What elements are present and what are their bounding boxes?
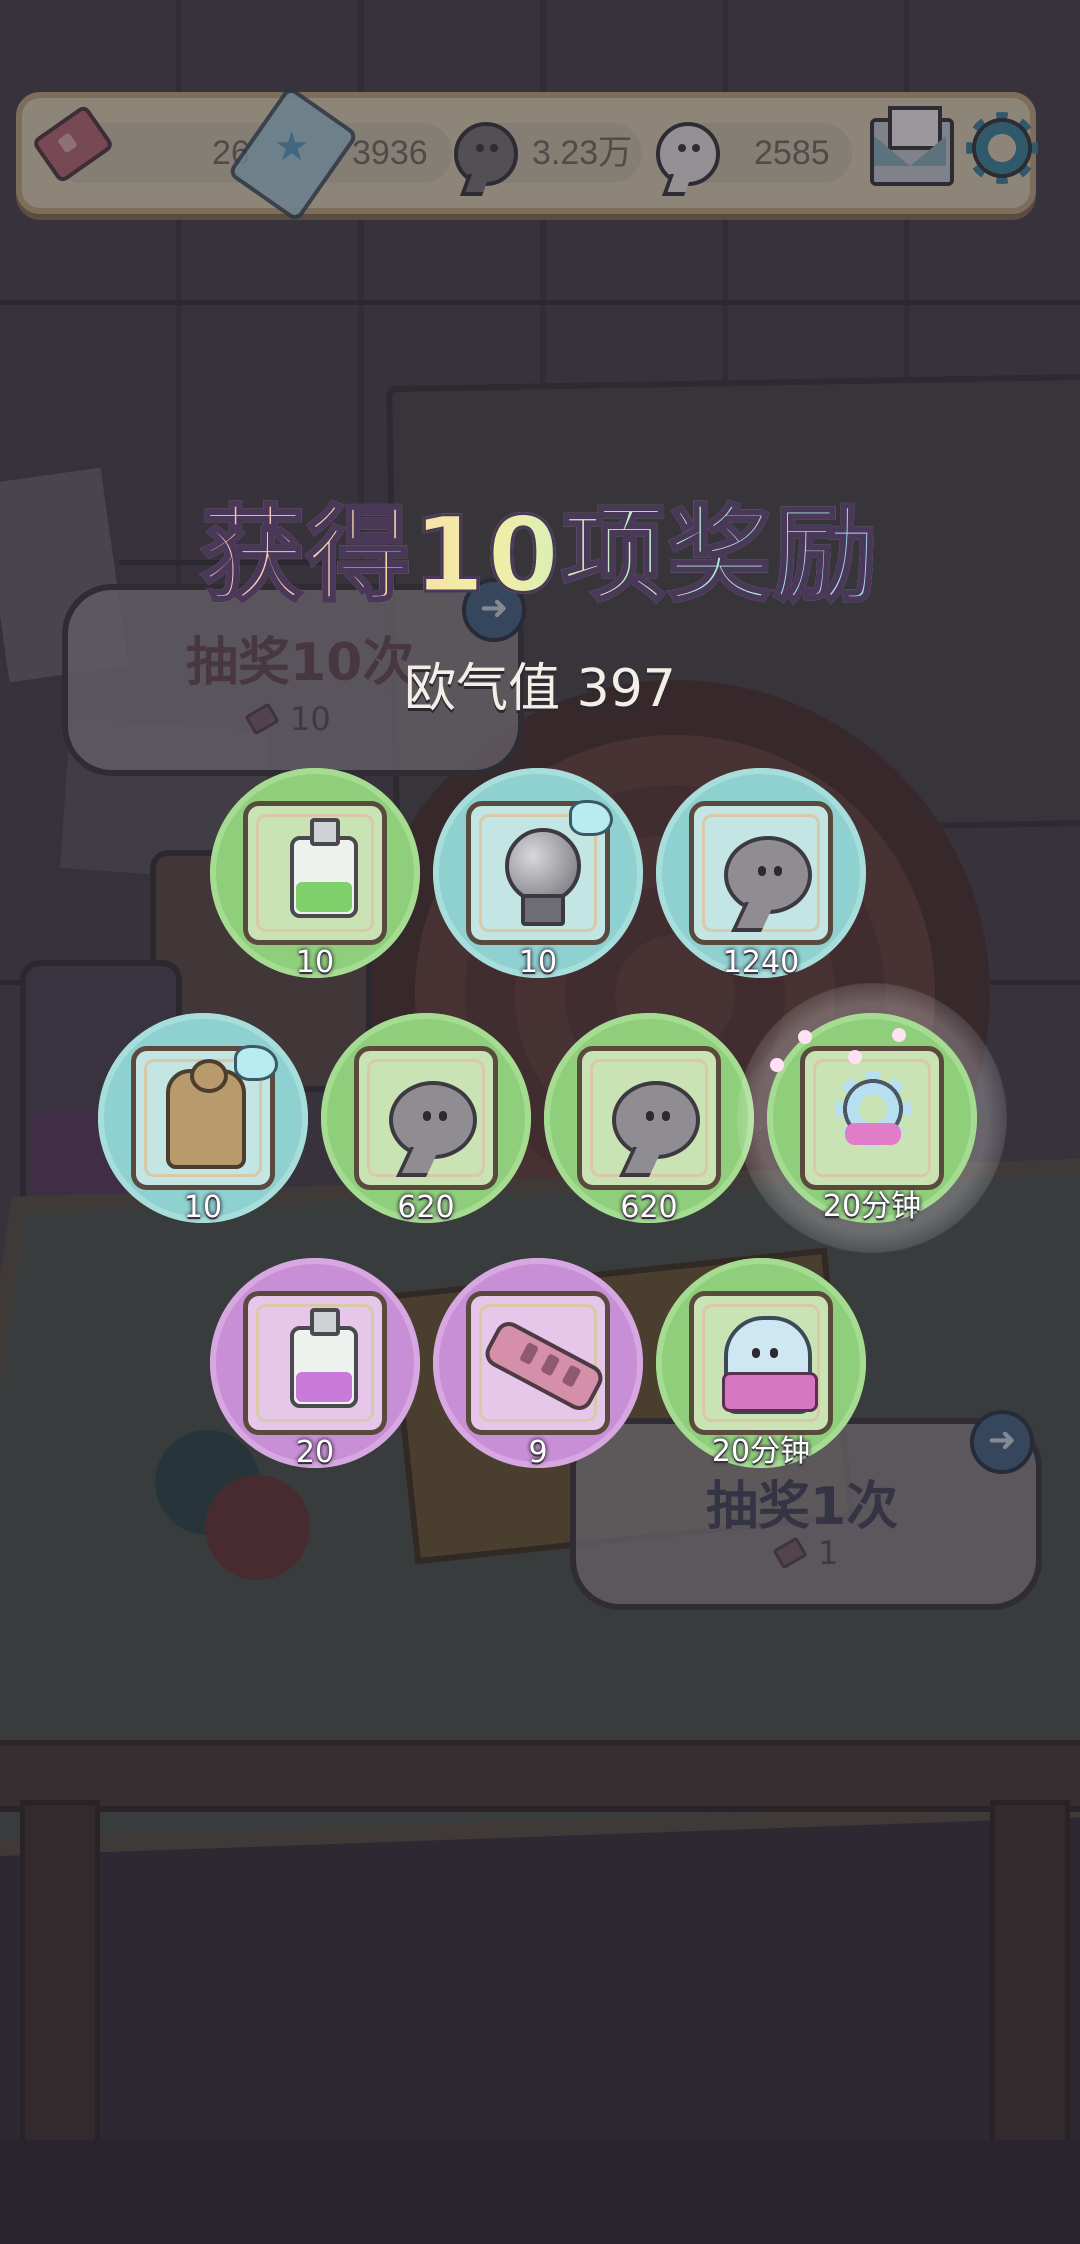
gear-boost-icon: [835, 1071, 911, 1147]
reward-item[interactable]: 1240: [656, 768, 866, 980]
reward-quantity: 10: [183, 1190, 223, 1225]
reward-item[interactable]: 10: [433, 768, 643, 980]
reward-quantity: 620: [397, 1190, 455, 1225]
reward-quantity: 10: [518, 945, 558, 980]
ghost-cloak-icon: [722, 1316, 818, 1414]
reward-item[interactable]: 620: [321, 1013, 531, 1225]
reward-card: [243, 801, 387, 945]
reward-item[interactable]: 20: [210, 1258, 420, 1470]
luck-value: 欧气值 397: [404, 659, 676, 719]
splash-badge-icon: [234, 1045, 278, 1081]
reward-item[interactable]: 10: [210, 768, 420, 980]
reward-quantity: 20: [295, 1435, 335, 1470]
gray-ghost-icon: [389, 1081, 477, 1159]
reward-card: [131, 1045, 278, 1190]
golden-statue-icon: [166, 1059, 246, 1169]
reward-quantity: 9: [528, 1435, 548, 1470]
reward-item[interactable]: 10: [98, 1013, 308, 1225]
reward-quantity: 10: [295, 945, 335, 980]
reward-quantity: 20分钟: [822, 1189, 922, 1224]
gray-ghost-icon: [724, 836, 812, 914]
reward-card: [466, 800, 613, 945]
crystal-ball-icon: [505, 828, 581, 926]
reward-quantity: 20分钟: [711, 1434, 811, 1469]
reward-card: [466, 1291, 610, 1435]
reward-title: 获得10项奖励: [0, 470, 1080, 621]
sparkle: [848, 1050, 862, 1064]
reward-quantity: 1240: [722, 945, 800, 980]
reward-item[interactable]: 9: [433, 1258, 643, 1470]
reward-item[interactable]: 620: [544, 1013, 754, 1225]
reward-card: [243, 1291, 387, 1435]
sparkle: [770, 1058, 784, 1072]
splash-badge-icon: [569, 800, 613, 836]
reward-card: [354, 1046, 498, 1190]
reward-card: [689, 1291, 833, 1435]
green-potion-icon: [290, 818, 358, 918]
reward-card: [800, 1046, 944, 1190]
sparkle: [892, 1028, 906, 1042]
purple-potion-icon: [290, 1308, 358, 1408]
reward-card: [577, 1046, 721, 1190]
reward-item[interactable]: 20分钟: [767, 1013, 977, 1224]
reward-card: [689, 801, 833, 945]
reward-quantity: 620: [620, 1190, 678, 1225]
sparkle: [798, 1030, 812, 1044]
reward-item[interactable]: 20分钟: [656, 1258, 866, 1469]
gray-ghost-icon: [612, 1081, 700, 1159]
